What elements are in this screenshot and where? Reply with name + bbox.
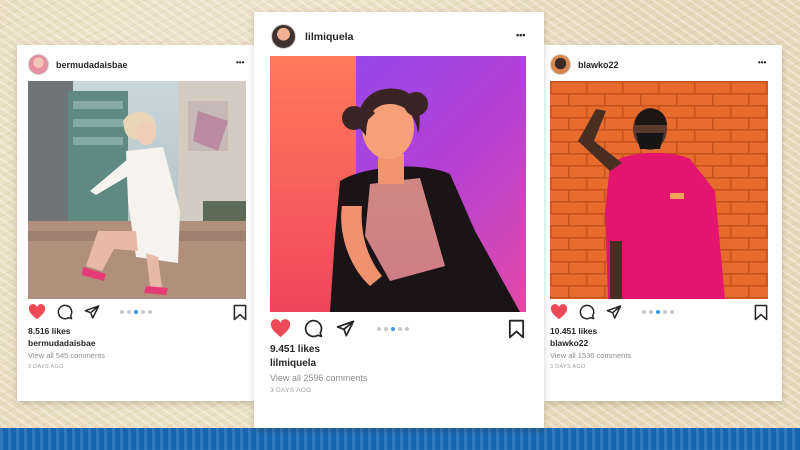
- post-actions: [270, 319, 355, 338]
- avatar[interactable]: [550, 54, 571, 75]
- carousel-dot: [405, 327, 409, 331]
- carousel-dot: [663, 310, 667, 314]
- post-timestamp: 3 DAYS AGO: [270, 387, 312, 394]
- likes-count[interactable]: 9.451 likes: [270, 344, 320, 355]
- heart-icon[interactable]: [550, 304, 568, 320]
- carousel-dot: [134, 310, 138, 314]
- post-header: lilmiquela: [271, 24, 353, 49]
- avatar[interactable]: [271, 24, 296, 49]
- carousel-dot: [656, 310, 660, 314]
- view-comments-link[interactable]: View all 545 comments: [28, 351, 105, 360]
- heart-icon[interactable]: [270, 319, 291, 338]
- view-comments-link[interactable]: View all 2596 comments: [270, 373, 367, 383]
- comment-icon[interactable]: [579, 304, 595, 320]
- carousel-dot: [649, 310, 653, 314]
- view-comments-link[interactable]: View all 1536 comments: [550, 351, 631, 360]
- carousel-dot: [642, 310, 646, 314]
- share-icon[interactable]: [84, 304, 100, 320]
- carousel-indicator: [642, 310, 674, 314]
- carousel-dot: [377, 327, 381, 331]
- post-photo[interactable]: [270, 56, 526, 312]
- carousel-dot: [148, 310, 152, 314]
- post-card-blawko22: blawko22 ••• 10.451 likes blawko22 View …: [544, 45, 782, 401]
- carousel-dot: [141, 310, 145, 314]
- post-header: bermudadaisbae: [28, 54, 128, 75]
- post-username[interactable]: bermudadaisbae: [56, 60, 128, 70]
- share-icon[interactable]: [336, 319, 355, 338]
- avatar[interactable]: [28, 54, 49, 75]
- post-timestamp: 3 DAYS AGO: [28, 364, 64, 370]
- post-username[interactable]: blawko22: [578, 60, 619, 70]
- comment-icon[interactable]: [57, 304, 73, 320]
- photo-street-scene: [28, 81, 246, 299]
- post-actions: [28, 304, 100, 320]
- heart-icon[interactable]: [28, 304, 46, 320]
- more-options-icon[interactable]: •••: [516, 30, 525, 40]
- post-header: blawko22: [550, 54, 619, 75]
- bookmark-icon[interactable]: [754, 304, 768, 321]
- carousel-indicator: [377, 327, 409, 331]
- likes-count[interactable]: 10.451 likes: [550, 326, 597, 336]
- carousel-indicator: [120, 310, 152, 314]
- caption-username[interactable]: blawko22: [550, 338, 588, 348]
- post-card-bermudadaisbae: bermudadaisbae ••• 8.516 likes bermudada…: [17, 45, 257, 401]
- post-photo[interactable]: [550, 81, 768, 299]
- carousel-dot: [391, 327, 395, 331]
- post-timestamp: 3 DAYS AGO: [550, 364, 586, 370]
- photo-brick-wall: [550, 81, 768, 299]
- carousel-dot: [384, 327, 388, 331]
- post-photo[interactable]: [28, 81, 246, 299]
- carousel-dot: [398, 327, 402, 331]
- more-options-icon[interactable]: •••: [236, 58, 244, 67]
- carousel-dot: [670, 310, 674, 314]
- comment-icon[interactable]: [304, 319, 323, 338]
- carousel-dot: [127, 310, 131, 314]
- likes-count[interactable]: 8.516 likes: [28, 326, 71, 336]
- caption-username[interactable]: bermudadaisbae: [28, 338, 96, 348]
- more-options-icon[interactable]: •••: [758, 58, 766, 67]
- post-username[interactable]: lilmiquela: [305, 31, 353, 43]
- caption-username[interactable]: lilmiquela: [270, 358, 316, 369]
- post-actions: [550, 304, 622, 320]
- bottom-band: [0, 428, 800, 450]
- photo-portrait: [270, 56, 526, 312]
- carousel-dot: [120, 310, 124, 314]
- post-card-lilmiquela: lilmiquela ••• 9.451 likes lilmiquela Vi…: [254, 12, 544, 428]
- share-icon[interactable]: [606, 304, 622, 320]
- bookmark-icon[interactable]: [508, 319, 525, 339]
- bookmark-icon[interactable]: [233, 304, 247, 321]
